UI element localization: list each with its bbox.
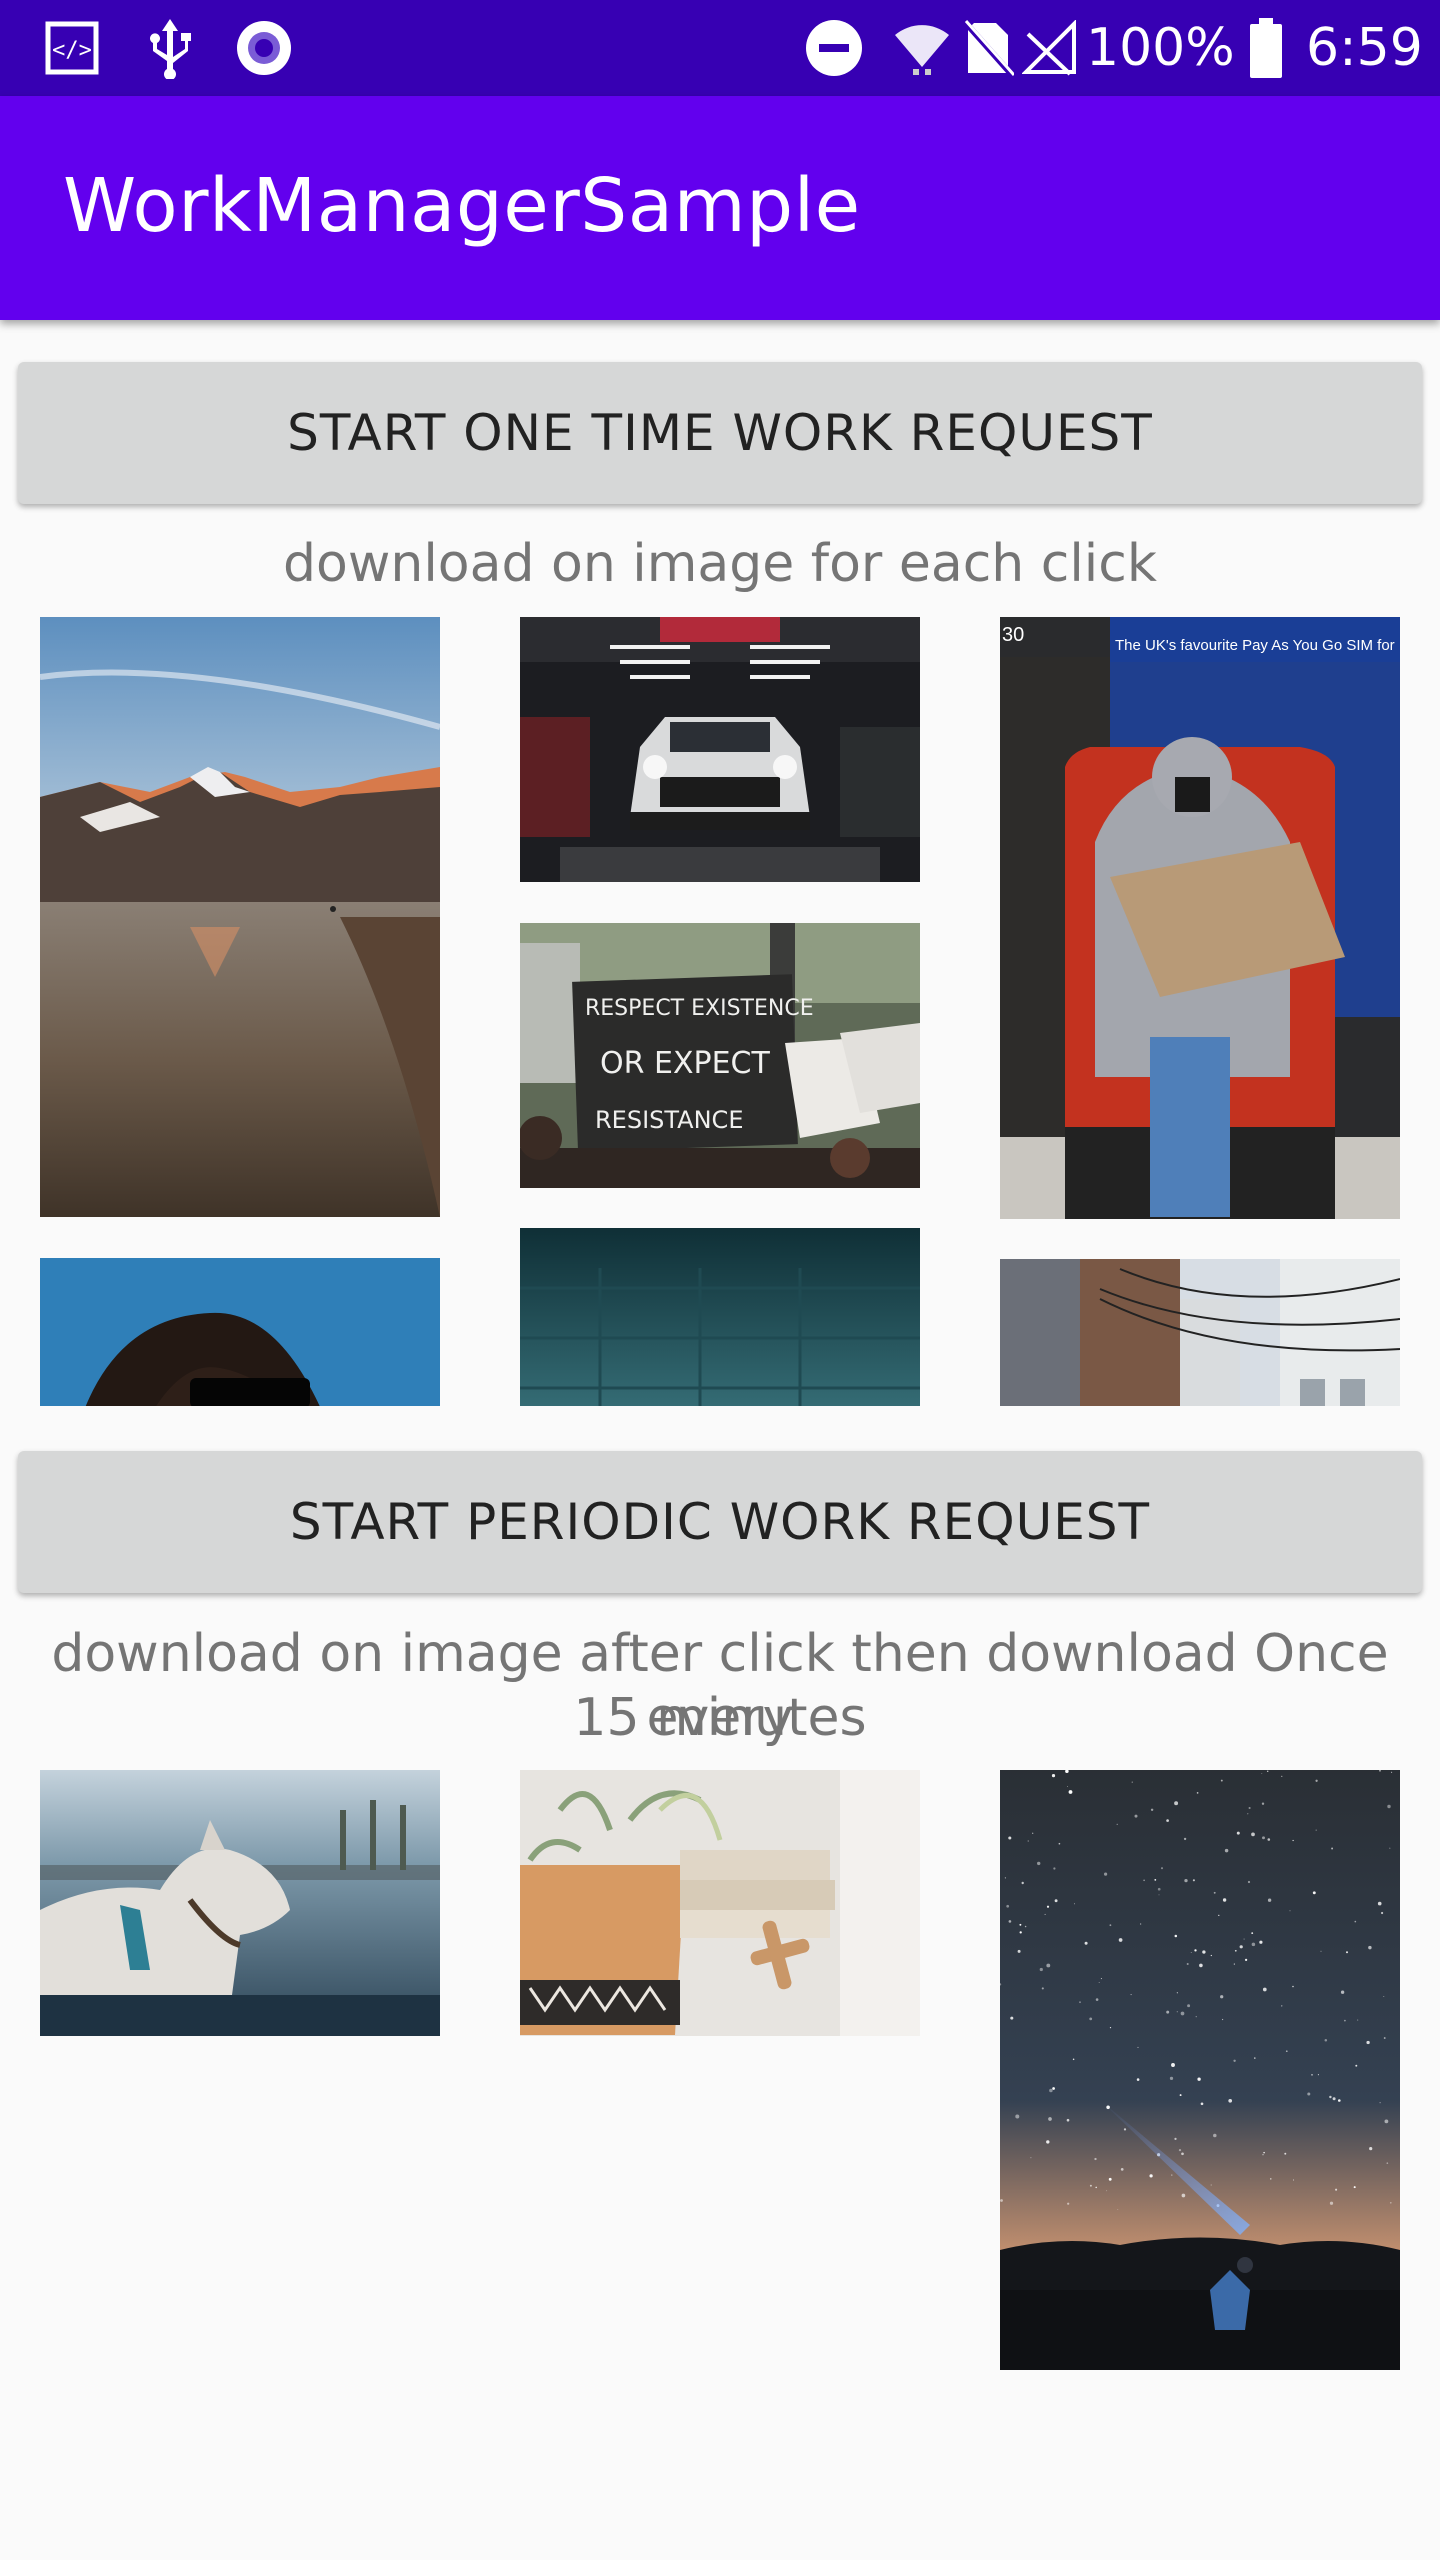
signal-icon [1018, 18, 1082, 78]
protest-sign-line3: RESISTANCE [595, 1106, 743, 1134]
do-not-disturb-icon [804, 18, 864, 78]
app-title: WorkManagerSample [63, 163, 861, 249]
photo-mini-car-garage [520, 617, 920, 882]
periodic-caption-line2: 15 minutes [573, 1688, 867, 1748]
battery-percent: 100% [1086, 18, 1235, 78]
post-sign-text: The UK's favourite Pay As You Go SIM for [1115, 637, 1395, 654]
clock-time: 6:59 [1306, 18, 1423, 78]
start-one-time-work-request-button[interactable]: START ONE TIME WORK REQUEST [18, 362, 1422, 504]
photo-buildings-wires [1000, 1259, 1400, 1406]
photo-starry-night [1000, 1770, 1400, 2370]
photo-protest-sign: RESPECT EXISTENCE OR EXPECT RESISTANCE [520, 923, 920, 1188]
wifi-icon [892, 18, 952, 78]
usb-icon [140, 18, 200, 79]
no-sim-icon [958, 18, 1018, 78]
app-bar: WorkManagerSample [0, 96, 1440, 320]
photo-dog-in-lake [40, 1770, 440, 2036]
photo-mountain-lake [40, 617, 440, 1217]
photo-plant-books-cross [520, 1770, 920, 2036]
periodic-image-grid[interactable] [0, 1760, 1440, 2380]
protest-sign-line1: RESPECT EXISTENCE [585, 996, 814, 1021]
photo-woman-sunglasses [40, 1258, 440, 1406]
status-bar: </> 100% 6:59 [0, 0, 1440, 96]
code-icon: </> [42, 18, 102, 78]
one-time-image-grid[interactable]: The UK's favourite Pay As You Go SIM for… [0, 600, 1440, 1406]
photo-teal-interior [520, 1228, 920, 1406]
svg-text:</>: </> [52, 38, 92, 63]
protest-sign-line2: OR EXPECT [600, 1046, 770, 1081]
start-periodic-work-request-button[interactable]: START PERIODIC WORK REQUEST [18, 1451, 1422, 1593]
photo-protester-post-box: The UK's favourite Pay As You Go SIM for… [1000, 617, 1400, 1219]
post-box-number: 30 [1002, 624, 1024, 646]
one-time-caption: download on image for each click [283, 534, 1157, 594]
battery-icon [1246, 18, 1286, 78]
record-icon [232, 18, 296, 78]
